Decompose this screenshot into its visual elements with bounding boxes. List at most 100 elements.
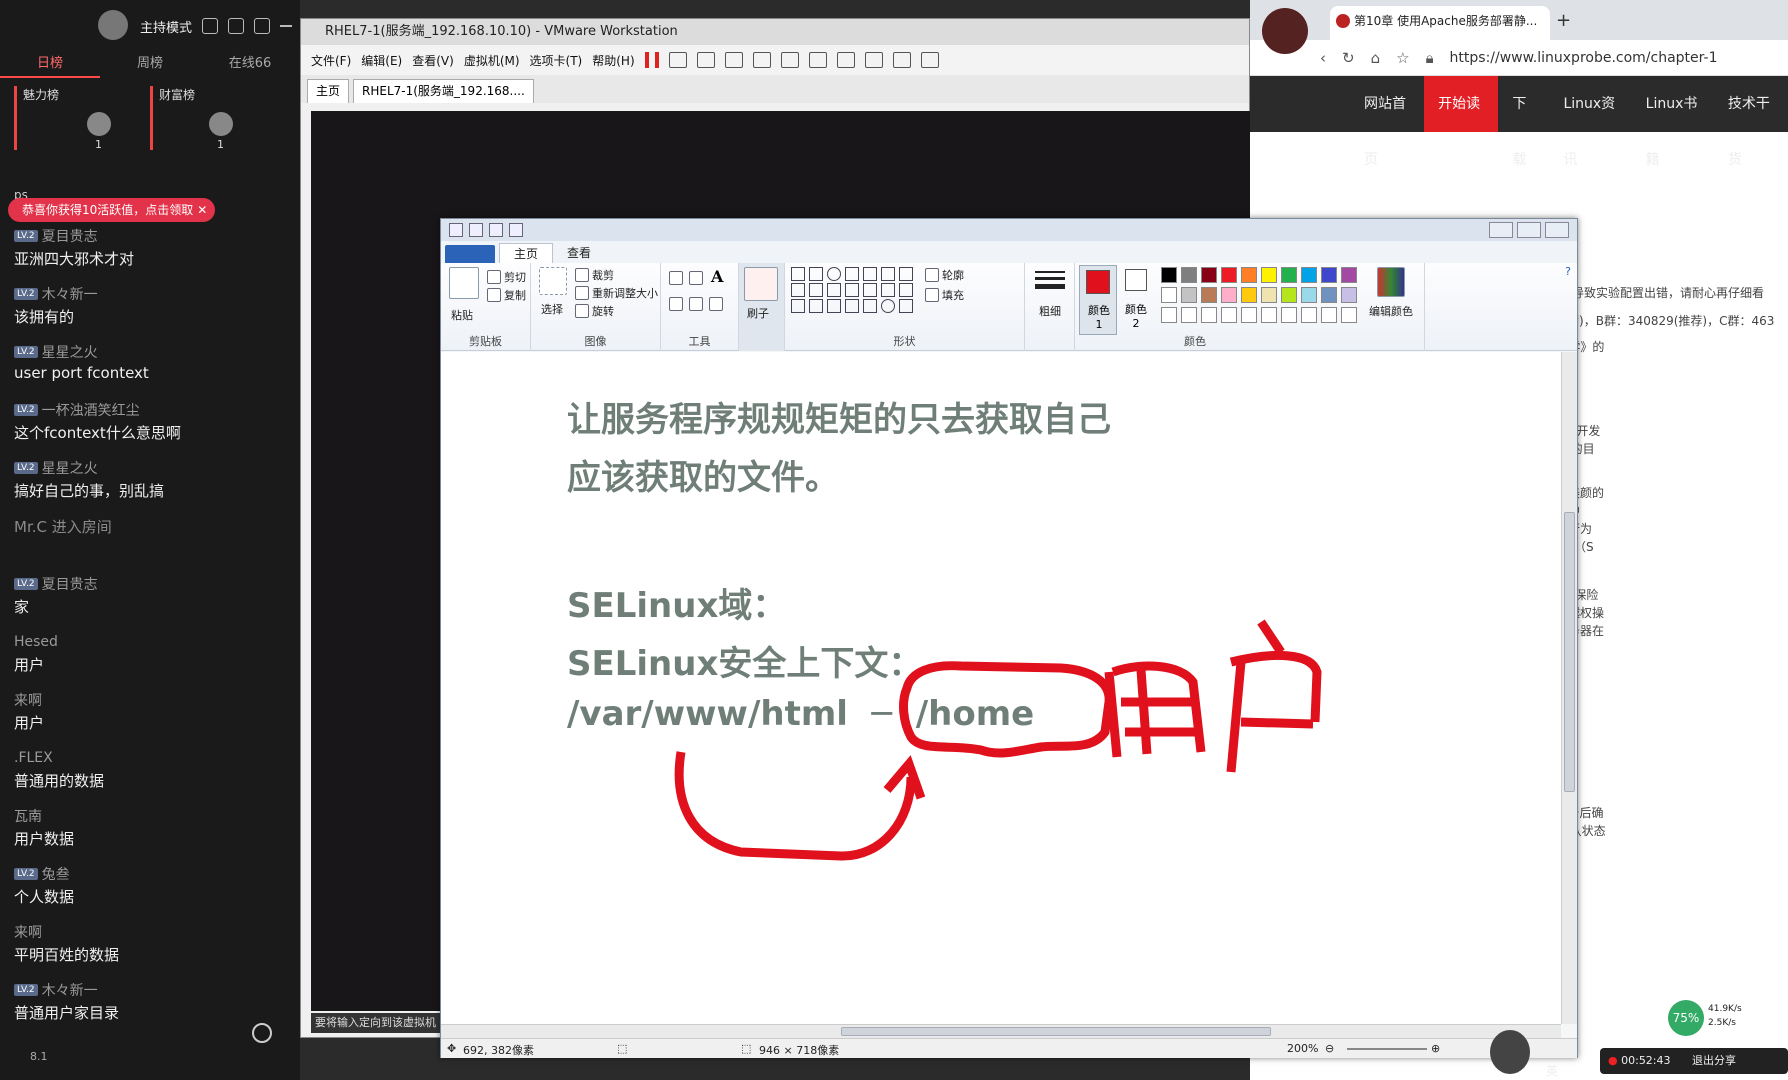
brushes-button[interactable]: 刷子 xyxy=(747,305,769,321)
palette-swatch[interactable] xyxy=(1181,267,1197,283)
size-button[interactable]: 粗细 xyxy=(1039,303,1061,319)
settings-icon[interactable] xyxy=(202,18,219,34)
unity-icon[interactable] xyxy=(864,52,883,68)
palette-swatch[interactable] xyxy=(1201,267,1217,283)
shape-right-arrow-icon[interactable] xyxy=(863,283,877,297)
shape-left-arrow-icon[interactable] xyxy=(881,283,895,297)
shape-six-point-star-icon[interactable] xyxy=(845,299,859,313)
shape-five-point-star-icon[interactable] xyxy=(827,299,841,313)
palette-swatch[interactable] xyxy=(1181,287,1197,303)
zoom-out-icon[interactable]: ⊖ xyxy=(1325,1042,1334,1055)
vertical-scroll-thumb[interactable] xyxy=(1564,512,1575,792)
shape-hexagon-icon[interactable] xyxy=(845,283,859,297)
select-button[interactable]: 选择 xyxy=(541,301,563,317)
edit-colors-icon[interactable] xyxy=(1377,267,1405,297)
tab-online[interactable]: 在线66 xyxy=(200,52,300,78)
chat-username[interactable]: 星星之火 xyxy=(42,342,98,362)
chat-username[interactable]: 星星之火 xyxy=(42,458,98,478)
nav-books[interactable]: Linux书籍 xyxy=(1632,76,1714,168)
ime-indicator[interactable]: 英 xyxy=(1546,1062,1558,1079)
palette-swatch[interactable] xyxy=(1301,267,1317,283)
nav-download[interactable]: 下载 xyxy=(1498,76,1549,168)
charm-rank[interactable]: 魅力榜 1 xyxy=(14,86,150,151)
console-icon[interactable] xyxy=(892,52,911,68)
chat-username[interactable]: 木々新一 xyxy=(42,980,98,1000)
nav-home[interactable]: 网站首页 xyxy=(1350,76,1424,168)
nav-news[interactable]: Linux资讯 xyxy=(1549,76,1631,168)
fill-button[interactable]: 填充 xyxy=(925,287,964,303)
palette-swatch[interactable] xyxy=(1321,267,1337,283)
popout-icon[interactable] xyxy=(228,18,245,34)
outline-button[interactable]: 轮廓 xyxy=(925,267,964,283)
activity-reward-banner[interactable]: 恭喜你获得10活跃值，点击领取 ✕ xyxy=(8,198,216,222)
menu-vm[interactable]: 虚拟机(M) xyxy=(464,52,520,69)
shape-oval-icon[interactable] xyxy=(827,267,841,281)
chat-username[interactable]: 瓦南 xyxy=(14,806,42,826)
color1-button[interactable]: 颜色 1 xyxy=(1079,265,1117,335)
palette-swatch[interactable] xyxy=(1261,287,1277,303)
shape-pentagon-icon[interactable] xyxy=(827,283,841,297)
zoom-in-icon[interactable]: ⊕ xyxy=(1431,1042,1440,1055)
palette-swatch[interactable] xyxy=(1241,267,1257,283)
stretch-icon[interactable] xyxy=(920,52,939,68)
file-menu-button[interactable] xyxy=(445,245,495,263)
palette-swatch[interactable] xyxy=(1341,267,1357,283)
wealth-rank[interactable]: 财富榜 1 xyxy=(150,86,286,151)
eraser-icon[interactable] xyxy=(669,297,683,311)
shape-up-arrow-icon[interactable] xyxy=(899,283,913,297)
palette-swatch[interactable] xyxy=(1161,287,1177,303)
chat-username[interactable]: 来啊 xyxy=(14,922,42,942)
palette-swatch[interactable] xyxy=(1161,267,1177,283)
tab-view[interactable]: 查看 xyxy=(553,243,605,263)
magnifier-icon[interactable] xyxy=(709,297,723,311)
snapshot-manager-icon[interactable] xyxy=(752,52,771,68)
palette-empty-swatch[interactable] xyxy=(1181,307,1197,323)
undo-icon[interactable] xyxy=(489,223,503,237)
fullscreen-icon[interactable] xyxy=(836,52,855,68)
revert-snapshot-icon[interactable] xyxy=(724,52,743,68)
profile-avatar[interactable] xyxy=(1262,8,1308,54)
copy-button[interactable]: 复制 xyxy=(487,287,526,303)
palette-empty-swatch[interactable] xyxy=(1221,307,1237,323)
palette-empty-swatch[interactable] xyxy=(1261,307,1277,323)
wealth-rank-avatar[interactable] xyxy=(209,112,233,136)
minimize-button[interactable] xyxy=(1489,222,1513,238)
palette-swatch[interactable] xyxy=(1301,287,1317,303)
tab-home[interactable]: 主页 xyxy=(307,79,350,103)
chat-username[interactable]: 夏目贵志 xyxy=(42,226,98,246)
menu-view[interactable]: 查看(V) xyxy=(412,52,454,69)
select-icon[interactable] xyxy=(539,267,567,295)
palette-empty-swatch[interactable] xyxy=(1341,307,1357,323)
library-icon[interactable] xyxy=(780,52,799,68)
shape-rectangle-icon[interactable] xyxy=(845,267,859,281)
color2-button[interactable]: 颜色 2 xyxy=(1119,265,1155,335)
menu-file[interactable]: 文件(F) xyxy=(311,52,351,69)
browser-tab[interactable]: 第10章 使用Apache服务部署静... xyxy=(1330,6,1550,40)
fill-bucket-icon[interactable] xyxy=(689,271,703,285)
resize-button[interactable]: 重新调整大小 xyxy=(575,285,658,301)
bookmark-star-icon[interactable]: ☆ xyxy=(1396,49,1409,67)
edit-colors-button[interactable]: 编辑颜色 xyxy=(1369,303,1413,319)
chat-username[interactable]: 兔叁 xyxy=(42,864,70,884)
crop-button[interactable]: 裁剪 xyxy=(575,267,614,283)
save-icon[interactable] xyxy=(469,223,483,237)
host-avatar[interactable] xyxy=(98,10,128,40)
nav-read[interactable]: 开始读书 xyxy=(1424,76,1499,168)
palette-swatch[interactable] xyxy=(1281,267,1297,283)
color-picker-icon[interactable] xyxy=(689,297,703,311)
back-icon[interactable]: ‹ xyxy=(1320,49,1326,67)
tab-rhel7[interactable]: RHEL7-1(服务端_192.168.... xyxy=(353,79,534,103)
menu-edit[interactable]: 编辑(E) xyxy=(361,52,402,69)
palette-empty-swatch[interactable] xyxy=(1161,307,1177,323)
snapshot-icon[interactable] xyxy=(696,52,715,68)
menu-help[interactable]: 帮助(H) xyxy=(592,52,634,69)
palette-swatch[interactable] xyxy=(1241,287,1257,303)
chat-username[interactable]: .FLEX xyxy=(14,750,53,766)
shape-down-arrow-icon[interactable] xyxy=(791,299,805,313)
palette-empty-swatch[interactable] xyxy=(1241,307,1257,323)
paste-icon[interactable] xyxy=(449,267,479,299)
chat-username[interactable]: 来啊 xyxy=(14,690,42,710)
help-icon[interactable]: ? xyxy=(1565,265,1571,278)
palette-swatch[interactable] xyxy=(1321,287,1337,303)
chat-username[interactable]: 木々新一 xyxy=(42,284,98,304)
